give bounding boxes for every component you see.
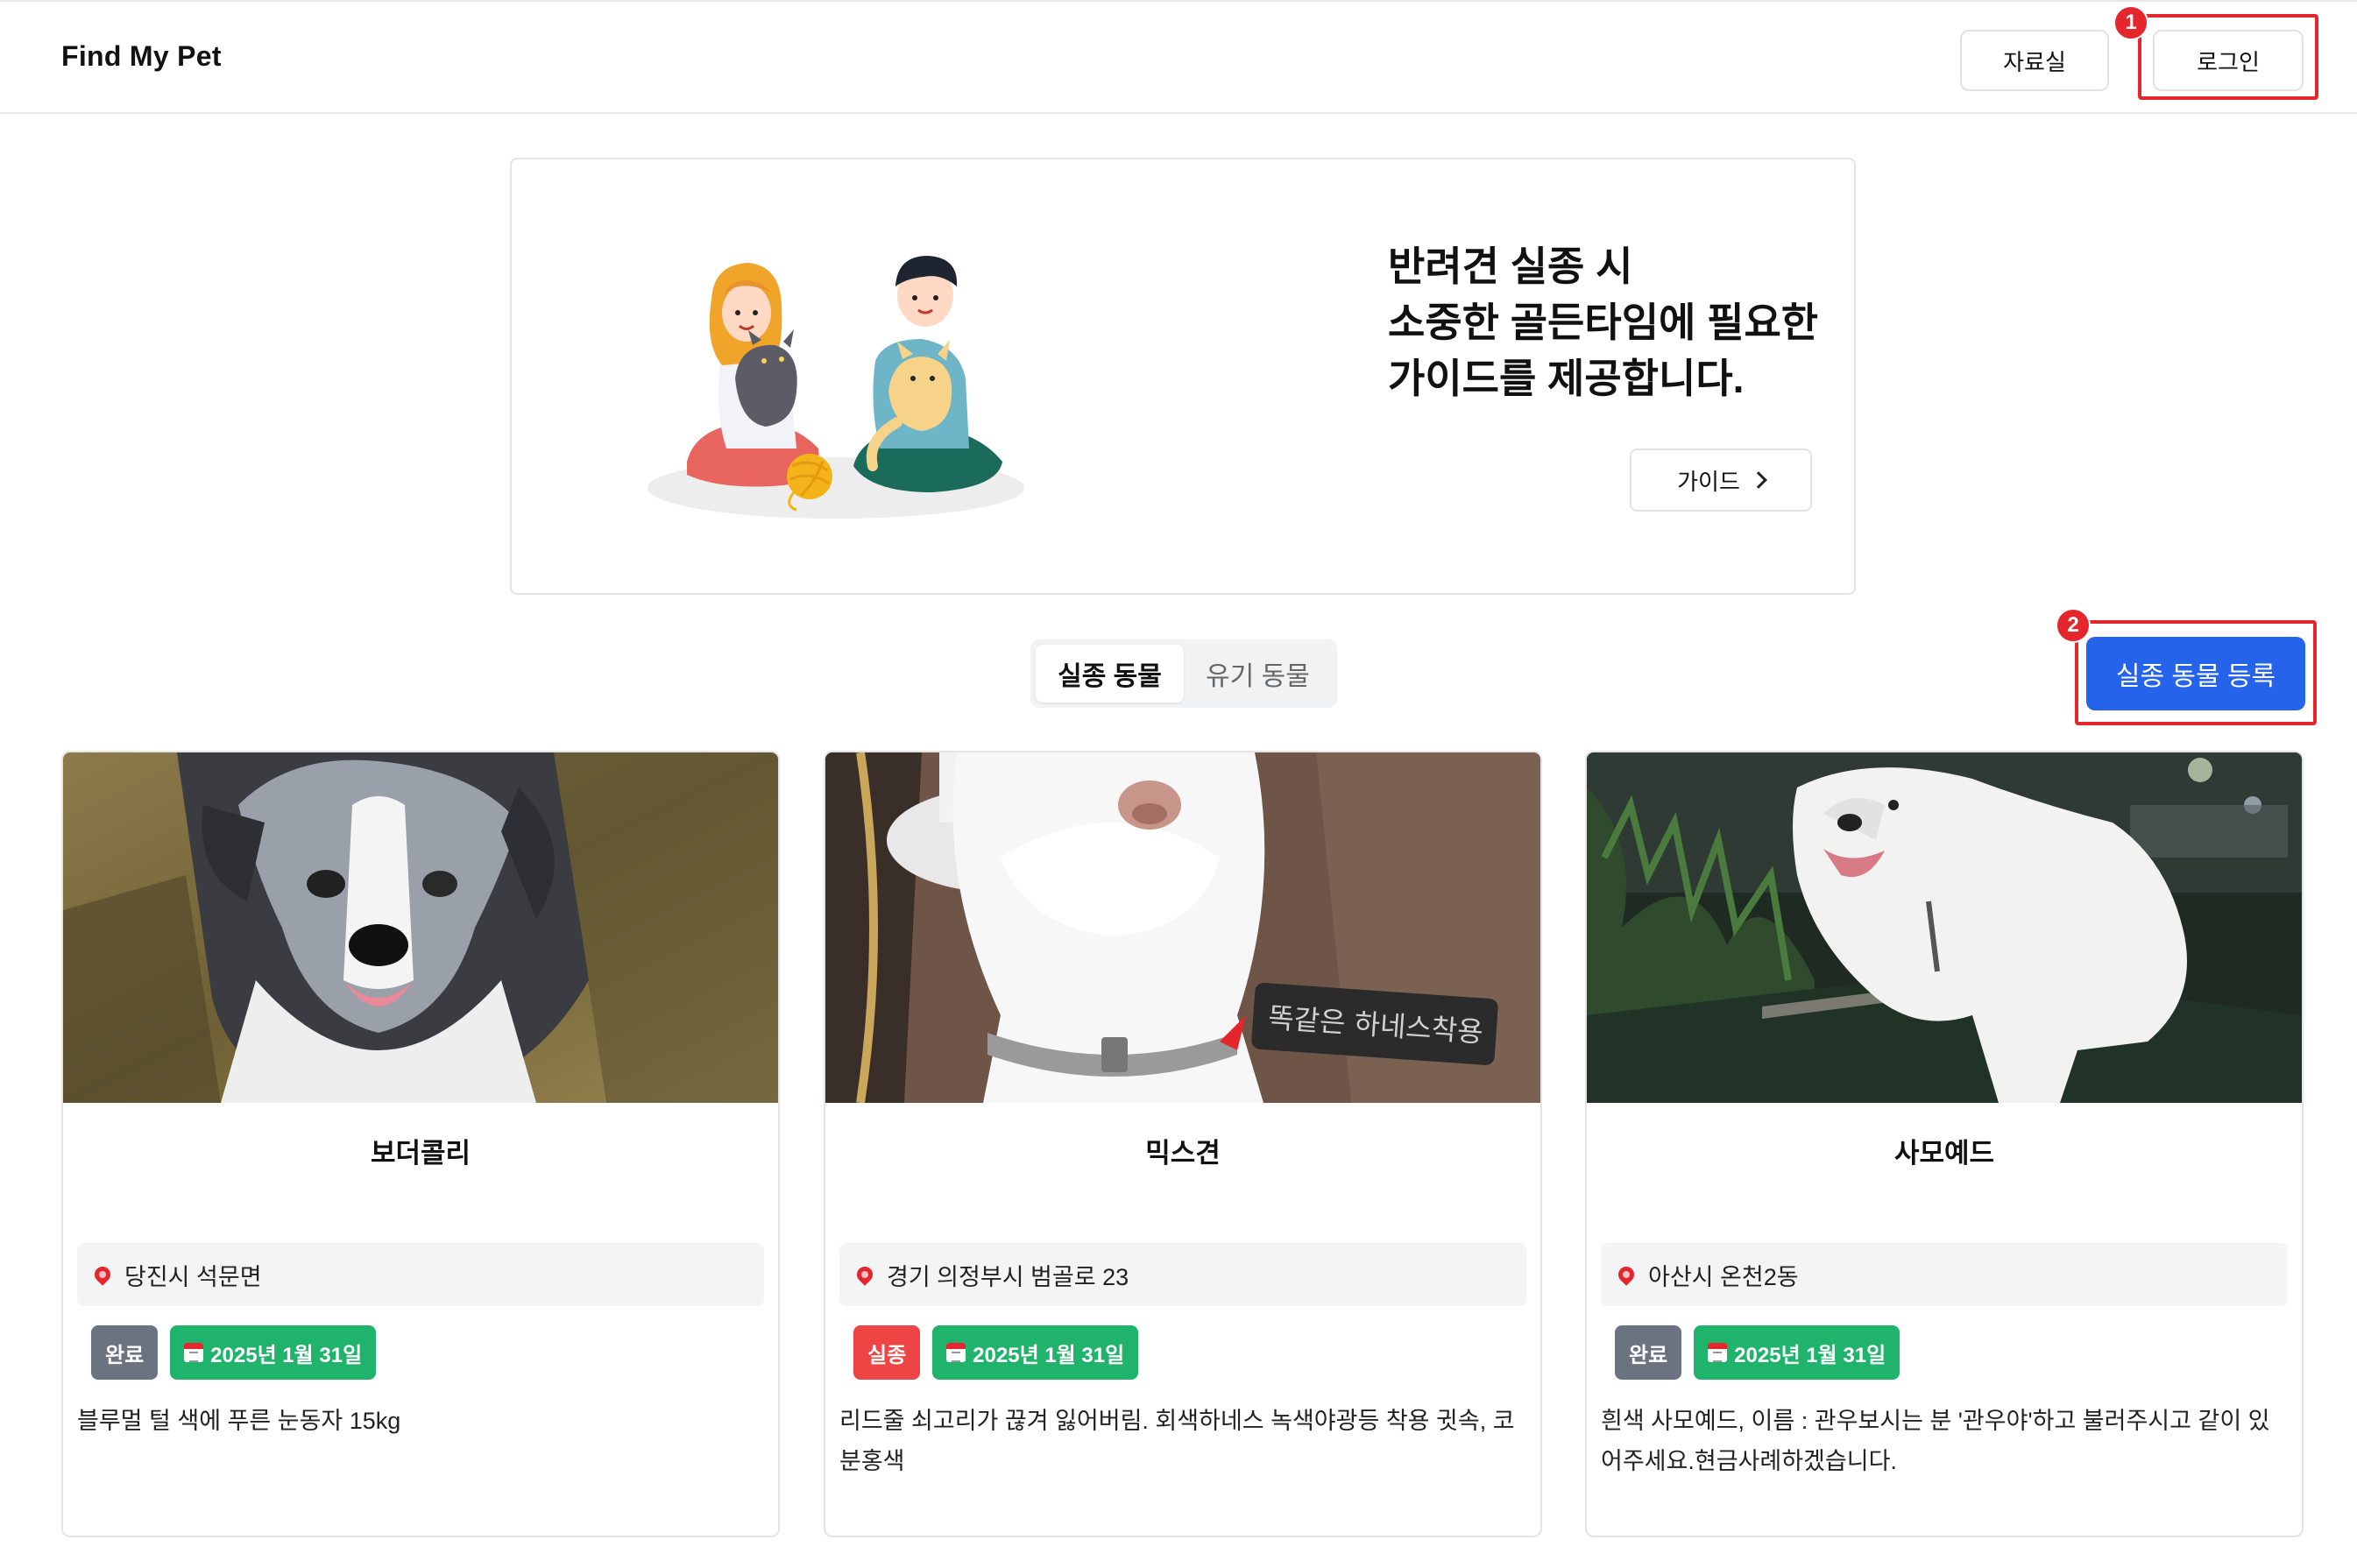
pet-location-text: 아산시 온천2동 (1648, 1263, 1799, 1290)
pet-location: 경기 의정부시 범골로 23 (839, 1243, 1526, 1306)
pet-badges: 실종 2025년 1월 31일 (853, 1325, 1139, 1380)
tab-abandoned-animals[interactable]: 유기 동물 (1184, 645, 1332, 703)
pet-photo: 똑같은 하네스착용 (825, 752, 1540, 1103)
banner-title-line: 가이드를 제공합니다. (1388, 356, 1745, 401)
date-badge: 2025년 1월 31일 (170, 1325, 377, 1380)
pet-card[interactable]: 똑같은 하네스착용 믹스견 경기 의정부시 범골로 23 실종 2025년 1월… (824, 751, 1542, 1537)
brand-logo[interactable]: Find My Pet (61, 40, 222, 73)
pet-breed: 사모예드 (1893, 1138, 1995, 1169)
status-badge: 완료 (1615, 1325, 1682, 1380)
pet-card[interactable]: 보더콜리 당진시 석문면 완료 2025년 1월 31일 블루멀 털 색에 푸른… (61, 751, 780, 1537)
date-badge: 2025년 1월 31일 (932, 1325, 1139, 1380)
pin-icon (1615, 1263, 1638, 1286)
pet-location: 아산시 온천2동 (1601, 1243, 2288, 1306)
pet-description: 리드줄 쇠고리가 끊겨 잃어버림. 회색하네스 녹색야광등 착용 귓속, 코 분… (839, 1408, 1515, 1474)
annotation-box-login (2138, 14, 2318, 100)
archive-button[interactable]: 자료실 (1960, 30, 2109, 91)
annotation-box-register (2075, 620, 2317, 725)
pet-photo (63, 752, 778, 1103)
annotation-badge-2: 2 (2056, 608, 2091, 643)
calendar-icon (946, 1343, 966, 1362)
pet-card[interactable]: 사모예드 아산시 온천2동 완료 2025년 1월 31일 흰색 사모예드, 이… (1585, 751, 2304, 1537)
pet-breed: 보더콜리 (370, 1138, 471, 1169)
chevron-right-icon (1749, 471, 1767, 489)
calendar-icon (1708, 1343, 1728, 1362)
top-header: Find My Pet 자료실 로그인 (0, 0, 2357, 114)
date-badge-text: 2025년 1월 31일 (210, 1343, 363, 1367)
guide-banner: 반려견 실종 시 소중한 골든타임에 필요한 가이드를 제공합니다. 가이드 (510, 158, 1856, 595)
pet-description: 블루멀 털 색에 푸른 눈동자 15kg (77, 1408, 401, 1434)
tab-lost-animals[interactable]: 실종 동물 (1036, 645, 1184, 703)
annotation-badge-1: 1 (2113, 5, 2148, 40)
banner-title: 반려견 실종 시 소중한 골든타임에 필요한 가이드를 제공합니다. (1388, 238, 1844, 406)
banner-title-line: 소중한 골든타임에 필요한 (1388, 300, 1819, 345)
status-badge: 완료 (91, 1325, 159, 1380)
pet-badges: 완료 2025년 1월 31일 (91, 1325, 377, 1380)
pin-icon (853, 1263, 876, 1286)
date-badge-text: 2025년 1월 31일 (973, 1343, 1125, 1367)
banner-title-line: 반려견 실종 시 (1388, 244, 1633, 289)
pet-location: 당진시 석문면 (77, 1243, 764, 1306)
pin-icon (91, 1263, 114, 1286)
pet-location-text: 당진시 석문면 (124, 1263, 262, 1290)
pet-description: 흰색 사모예드, 이름 : 관우보시는 분 '관우야'하고 불러주시고 같이 있… (1601, 1408, 2270, 1474)
date-badge-text: 2025년 1월 31일 (1734, 1343, 1886, 1367)
pet-owners-illustration (648, 256, 1024, 519)
pet-photo (1587, 752, 2302, 1103)
pet-breed: 믹스견 (1145, 1138, 1221, 1169)
guide-button[interactable]: 가이드 (1630, 449, 1812, 512)
animal-type-toggle: 실종 동물 유기 동물 (1030, 639, 1337, 708)
status-badge: 실종 (853, 1325, 921, 1380)
pet-location-text: 경기 의정부시 범골로 23 (887, 1263, 1129, 1290)
pet-badges: 완료 2025년 1월 31일 (1615, 1325, 1900, 1380)
date-badge: 2025년 1월 31일 (1694, 1325, 1900, 1380)
guide-button-label: 가이드 (1677, 468, 1740, 495)
calendar-icon (184, 1343, 204, 1362)
